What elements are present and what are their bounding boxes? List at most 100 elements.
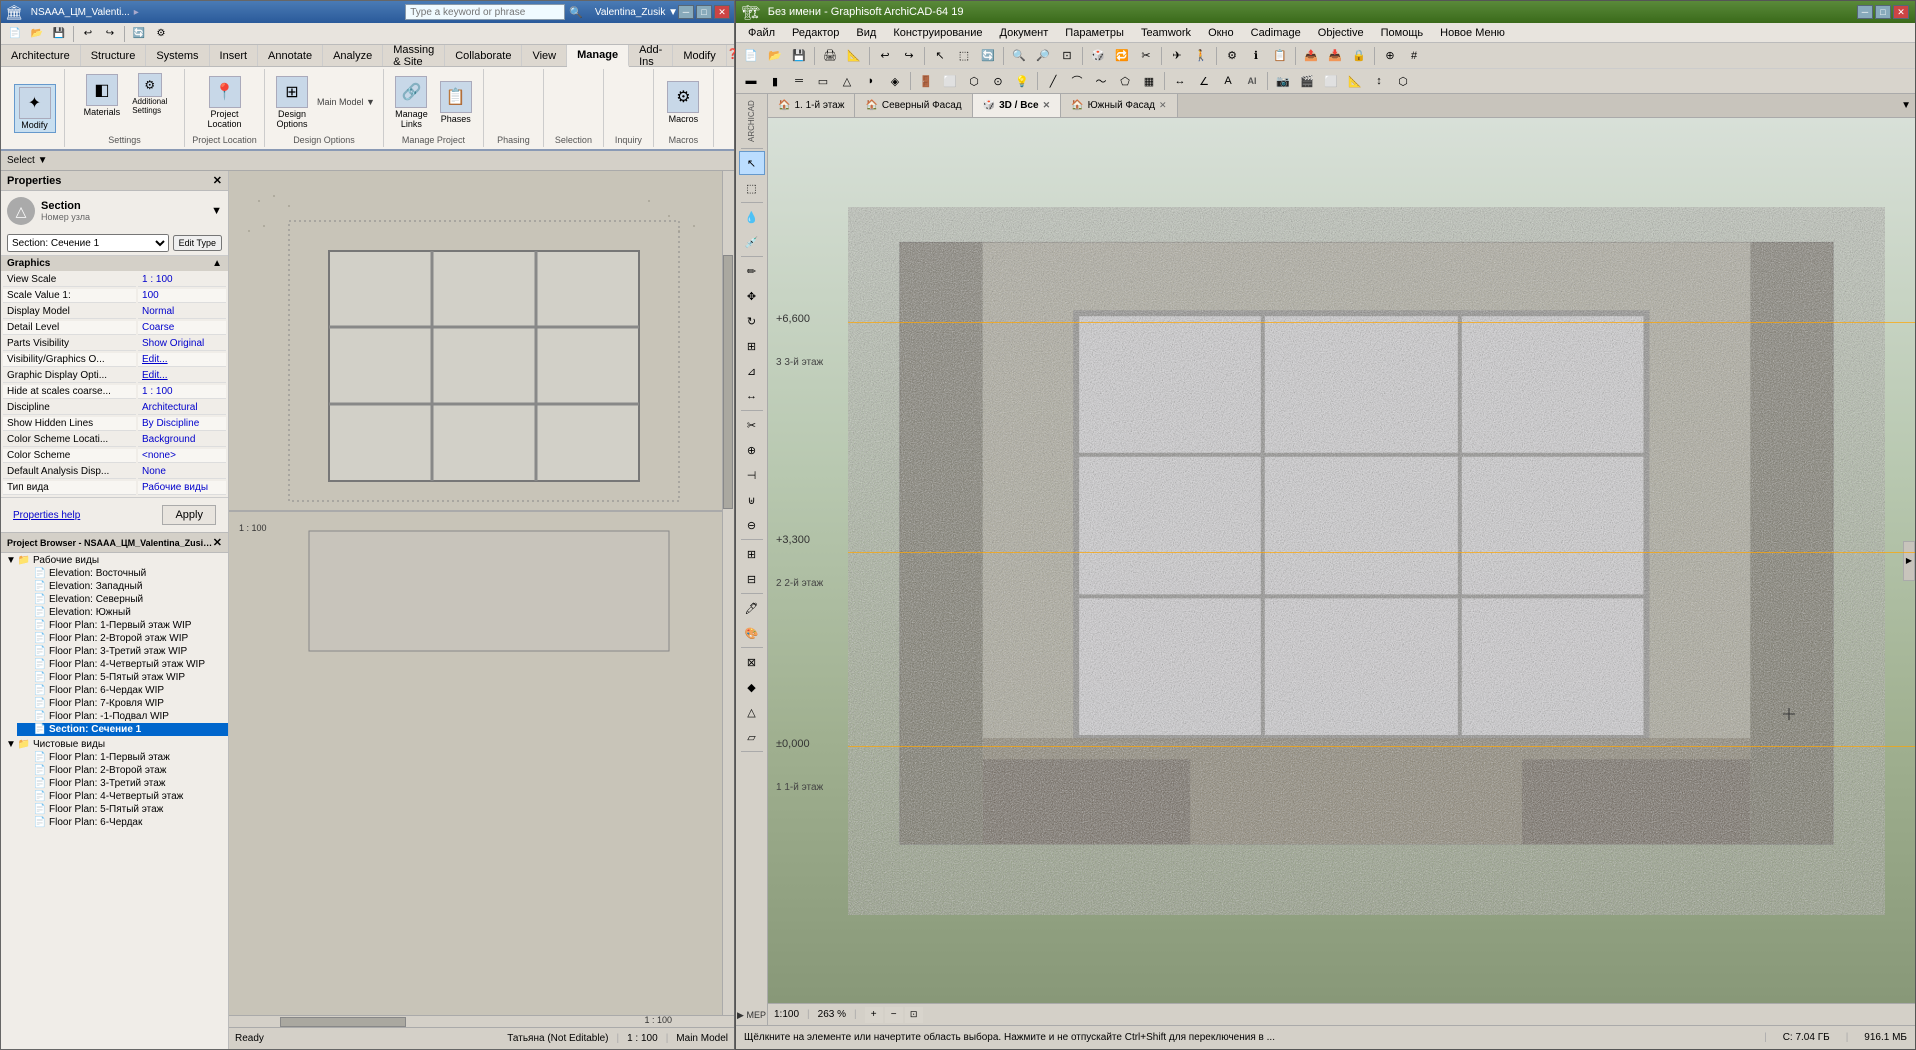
prop-value-discipline[interactable]: Architectural [138,401,226,415]
tree-item-cfp4[interactable]: 📄 Floor Plan: 4-Четвертый этаж [17,790,228,803]
tab-systems[interactable]: Systems [146,45,209,66]
left-tool-adjust[interactable]: ⊣ [739,463,765,487]
h-scrollbar[interactable]: 1 : 100 [229,1015,734,1027]
tab-collaborate[interactable]: Collaborate [445,45,522,66]
qa-sync-btn[interactable]: 🔄 [129,25,149,43]
tool-elev[interactable]: 📐 [1344,71,1366,91]
archicad-restore-btn[interactable]: □ [1875,5,1891,19]
tree-item-row-chistovye[interactable]: ▼ 📁 Чистовые виды [1,738,228,751]
minimize-button[interactable]: ─ [678,5,694,19]
tool-path[interactable]: 🎬 [1296,71,1318,91]
left-tool-pen[interactable]: 🖊 [739,596,765,620]
tool-arc[interactable]: ⌒ [1066,71,1088,91]
tool-morph[interactable]: ◈ [884,71,906,91]
tab-view[interactable]: View [522,45,567,66]
additional-settings-button[interactable]: ⚙ AdditionalSettings [129,71,170,117]
tree-toggle-rabochie[interactable]: ▼ [5,555,17,566]
left-tool-ungroup[interactable]: ⊟ [739,567,765,591]
left-tool-rotate-tool[interactable]: ↻ [739,309,765,333]
left-tool-split[interactable]: ✂ [739,413,765,437]
tree-item-elevation-west[interactable]: 📄 Elevation: Западный [17,580,228,593]
edit-type-button[interactable]: Edit Type [173,235,222,251]
qa-undo-btn[interactable]: ↩ [78,25,98,43]
mep-toggle[interactable]: ▶ MEP [737,1008,766,1023]
tab-north-facade[interactable]: 🏠 Северный Фасад [855,94,972,117]
tool-window[interactable]: ⬜ [939,71,961,91]
tool-teamwork-send[interactable]: 📤 [1300,46,1322,66]
tree-item-cfp3[interactable]: 📄 Floor Plan: 3-Третий этаж [17,777,228,790]
properties-help-link[interactable]: Properties help [7,507,86,524]
left-tool-scale[interactable]: ⊿ [739,359,765,383]
tool-properties[interactable]: 📋 [1269,46,1291,66]
tool-info[interactable]: ℹ [1245,46,1267,66]
right-panel-toggle[interactable]: ▶ [1903,541,1915,581]
materials-button[interactable]: ◧ Materials [79,71,126,120]
prop-value-scale-value[interactable]: 100 [138,289,226,303]
modify-button[interactable]: ✦ Modify [14,84,56,133]
tool-slab[interactable]: ▭ [812,71,834,91]
tool-shell[interactable]: ◗ [860,71,882,91]
tree-item-cfp2[interactable]: 📄 Floor Plan: 2-Второй этаж [17,764,228,777]
close-button[interactable]: ✕ [714,5,730,19]
qa-new-btn[interactable]: 📄 [5,25,25,43]
left-tool-move[interactable]: ✥ [739,284,765,308]
tab-structure[interactable]: Structure [81,45,147,66]
tool-object[interactable]: ⊙ [987,71,1009,91]
prop-value-detail-level[interactable]: Coarse [138,321,226,335]
tab-annotate[interactable]: Annotate [258,45,323,66]
tool-grid[interactable]: # [1403,46,1425,66]
left-tool-marquee[interactable]: ⬚ [739,176,765,200]
tree-item-row-rabochie[interactable]: ▼ 📁 Рабочие виды [1,554,228,567]
left-tool-curtain[interactable]: ▱ [739,725,765,749]
tool-angle-dim[interactable]: ∠ [1193,71,1215,91]
tool-marquee[interactable]: ⬚ [953,46,975,66]
tool-walk[interactable]: 🚶 [1190,46,1212,66]
tree-item-cfp5[interactable]: 📄 Floor Plan: 5-Пятый этаж [17,803,228,816]
left-tool-intersect[interactable]: ⊕ [739,438,765,462]
left-tool-mirror[interactable]: ⊞ [739,334,765,358]
tree-item-section1[interactable]: 📄 Section: Сечение 1 [17,723,228,736]
menu-teamwork[interactable]: Teamwork [1133,25,1199,41]
tool-spline[interactable]: 〜 [1090,71,1112,91]
tree-item-cfp1[interactable]: 📄 Floor Plan: 1-Первый этаж [17,751,228,764]
vertical-scrollbar[interactable] [722,171,734,1015]
left-tool-gravity[interactable]: ⊠ [739,650,765,674]
tree-item-elevation-north[interactable]: 📄 Elevation: Северный [17,593,228,606]
left-tool-solid[interactable]: ◆ [739,675,765,699]
left-tool-group[interactable]: ⊞ [739,542,765,566]
tool-plot[interactable]: 📐 [843,46,865,66]
macros-button[interactable]: ⚙ Macros [662,78,704,127]
tree-item-cfp6[interactable]: 📄 Floor Plan: 6-Чердак [17,816,228,829]
tool-zoom-in[interactable]: 🔍 [1008,46,1030,66]
tree-item-elevation-east[interactable]: 📄 Elevation: Восточный [17,567,228,580]
section-dropdown-select[interactable]: Section: Сечение 1 [7,234,169,252]
tree-item-fp1[interactable]: 📄 Floor Plan: 1-Первый этаж WIP [17,619,228,632]
tree-item-fp7[interactable]: 📄 Floor Plan: 7-Кровля WIP [17,697,228,710]
qa-save-btn[interactable]: 💾 [49,25,69,43]
prop-value-display-model[interactable]: Normal [138,305,226,319]
view-zoom-out-btn[interactable]: − [885,1007,903,1023]
tool-wall[interactable]: ▬ [740,71,762,91]
tab-manage[interactable]: Manage [567,45,629,67]
tool-column[interactable]: ▮ [764,71,786,91]
tool-save[interactable]: 💾 [788,46,810,66]
revit-search-input[interactable] [405,4,565,20]
prop-value-view-scale[interactable]: 1 : 100 [138,273,226,287]
prop-value-hide-scales[interactable]: 1 : 100 [138,385,226,399]
archicad-close-btn[interactable]: ✕ [1893,5,1909,19]
view-fit-btn[interactable]: ⊡ [905,1007,923,1023]
menu-document[interactable]: Документ [992,25,1057,41]
tab-3d-all-close[interactable]: ✕ [1043,100,1051,111]
tab-modify[interactable]: Modify [673,45,726,66]
tab-architecture[interactable]: Architecture [1,45,81,66]
phases-button[interactable]: 📋 Phases [435,78,477,127]
graphics-collapse[interactable]: ▲ [212,258,222,269]
tree-item-fp6[interactable]: 📄 Floor Plan: 6-Чердак WIP [17,684,228,697]
tab-south-facade[interactable]: 🏠 Южный Фасад ✕ [1061,94,1177,117]
apply-button[interactable]: Apply [162,505,216,525]
prop-value-tip-vida[interactable]: Рабочие виды [138,481,226,495]
menu-edit[interactable]: Редактор [784,25,847,41]
left-tool-fill-paint[interactable]: 🎨 [739,621,765,645]
manage-links-button[interactable]: 🔗 ManageLinks [390,73,433,132]
tree-item-fp5[interactable]: 📄 Floor Plan: 5-Пятый этаж WIP [17,671,228,684]
